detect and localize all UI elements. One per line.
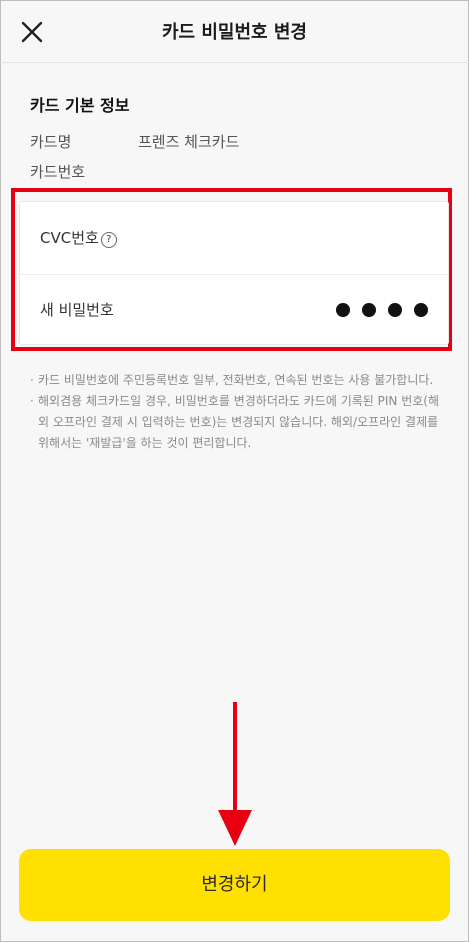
pin-dot xyxy=(414,303,428,317)
notes-list: 카드 비밀번호에 주민등록번호 일부, 전화번호, 연속된 번호는 사용 불가합… xyxy=(30,370,444,454)
pin-dot xyxy=(388,303,402,317)
pin-dots xyxy=(336,303,428,317)
new-pin-field[interactable]: 새 비밀번호 xyxy=(20,274,448,346)
card-name-label: 카드명 xyxy=(30,133,72,151)
section-title: 카드 기본 정보 xyxy=(30,96,130,115)
submit-button[interactable]: 변경하기 xyxy=(19,849,450,921)
card-number-label: 카드번호 xyxy=(30,163,86,181)
header: 카드 비밀번호 변경 xyxy=(0,0,469,62)
page-title: 카드 비밀번호 변경 xyxy=(161,22,307,43)
note-item: 해외겸용 체크카드일 경우, 비밀번호를 변경하더라도 카드에 기록된 PIN … xyxy=(30,391,444,454)
cvc-label: CVC번호 xyxy=(40,229,99,247)
card-name-value: 프렌즈 체크카드 xyxy=(138,133,240,151)
cvc-field[interactable]: CVC번호? xyxy=(20,202,448,275)
pin-dot xyxy=(362,303,376,317)
pin-form-card: CVC번호? 새 비밀번호 xyxy=(19,201,449,345)
help-icon[interactable]: ? xyxy=(100,232,117,248)
new-pin-label: 새 비밀번호 xyxy=(40,301,114,319)
note-item: 카드 비밀번호에 주민등록번호 일부, 전화번호, 연속된 번호는 사용 불가합… xyxy=(30,370,444,391)
pin-dot xyxy=(336,303,350,317)
header-divider xyxy=(0,62,469,63)
